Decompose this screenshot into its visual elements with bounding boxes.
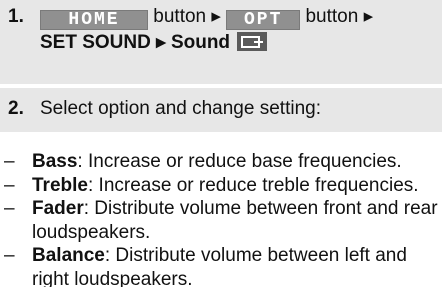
list-item: – Fader: Distribute volume between front … bbox=[0, 197, 442, 244]
option-desc: : Increase or reduce treble frequencies. bbox=[87, 174, 419, 196]
opt-key-button: OPT bbox=[226, 10, 301, 30]
option-term: Fader bbox=[32, 198, 84, 219]
list-item: – Bass: Increase or reduce base frequenci… bbox=[0, 150, 442, 174]
dash-bullet: – bbox=[4, 245, 15, 266]
dash-bullet: – bbox=[4, 198, 15, 219]
step-1-line-1: 1. HOME button ▸ OPT button ▸ bbox=[8, 4, 442, 30]
step-1-line-2: SET SOUND ▸ Sound bbox=[8, 29, 442, 55]
home-key-button: HOME bbox=[40, 10, 148, 30]
option-term: Balance bbox=[32, 245, 105, 266]
step-2: 2. Select option and change setting: bbox=[0, 88, 442, 132]
step-2-text: Select option and change setting: bbox=[40, 98, 321, 119]
option-desc: : Distribute volume between front and re… bbox=[32, 198, 438, 243]
option-term: Treble bbox=[32, 174, 88, 196]
list-item: – Treble: Increase or reduce treble frequ… bbox=[0, 174, 442, 198]
step-number: 1. bbox=[8, 6, 24, 27]
option-desc: : Increase or reduce base frequencies. bbox=[77, 151, 402, 172]
menu-path-text: SET SOUND ▸ Sound bbox=[40, 32, 231, 53]
options-list: – Bass: Increase or reduce base frequenci… bbox=[0, 150, 442, 287]
home-suffix-text: button ▸ bbox=[148, 6, 227, 27]
step-number: 2. bbox=[8, 98, 24, 119]
step-1: 1. HOME button ▸ OPT button ▸ SET SOUND ▸… bbox=[0, 0, 442, 84]
display-tile-icon bbox=[237, 32, 268, 51]
dash-bullet: – bbox=[4, 174, 15, 196]
option-term: Bass bbox=[32, 151, 78, 172]
opt-suffix-text: button ▸ bbox=[300, 6, 374, 27]
list-item: – Balance: Distribute volume between left… bbox=[0, 244, 442, 287]
dash-bullet: – bbox=[4, 151, 15, 172]
